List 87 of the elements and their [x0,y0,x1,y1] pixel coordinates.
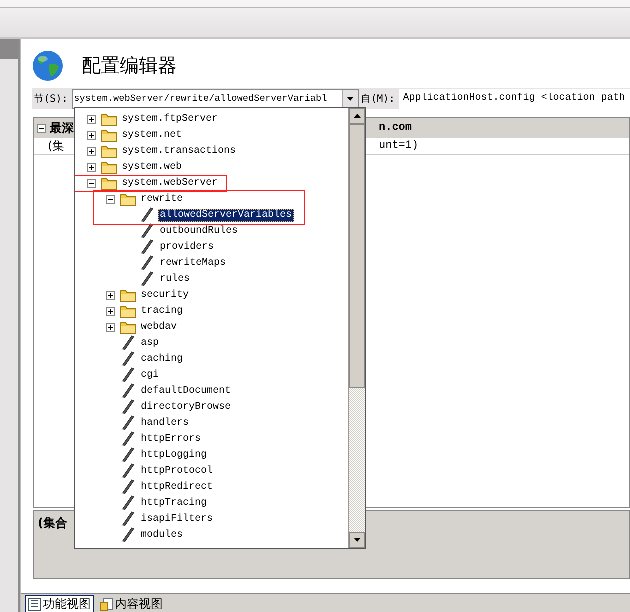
grid-cell: (集 [48,138,65,155]
from-field[interactable]: ApplicationHost.config <location path [399,88,630,109]
pencil-icon [120,463,136,479]
tree-item[interactable]: httpRedirect [139,480,216,494]
folder-icon [120,304,136,318]
tree-item[interactable]: system.web [120,160,184,174]
collapse-icon[interactable] [37,124,46,133]
tree-item[interactable]: outboundRules [158,224,240,238]
tree-item[interactable]: providers [158,240,216,254]
pencil-icon [120,431,136,447]
folder-icon [101,112,117,126]
pencil-icon [120,415,136,431]
grid-header-text: 最深 [50,120,74,137]
up-arrow-icon [354,114,360,118]
expand-icon[interactable] [87,146,96,156]
tree-item[interactable]: httpProtocol [139,464,216,478]
tree-item[interactable]: rewrite [139,192,186,206]
expand-icon[interactable] [106,322,115,332]
tree-item[interactable]: cgi [139,368,162,382]
collapse-icon[interactable] [87,178,96,188]
tree-item[interactable]: httpTracing [139,496,210,510]
tree-item[interactable]: system.ftpServer [120,112,220,126]
tree-item[interactable]: isapiFilters [139,512,216,526]
collapse-icon[interactable] [106,194,115,204]
pencil-icon [120,335,136,351]
tree-item[interactable]: system.net [120,128,184,142]
expand-icon[interactable] [87,114,96,124]
tree-item[interactable]: modules [139,528,186,542]
tree-item[interactable]: httpErrors [139,432,204,446]
pencil-icon [139,271,155,287]
pencil-icon [139,207,155,223]
tree-item[interactable]: httpLogging [139,448,210,462]
pencil-icon [120,383,136,399]
tree-item[interactable]: directoryBrowse [139,400,234,414]
folder-icon [101,160,117,174]
down-arrow-icon [354,538,360,542]
from-label: 自(M): [360,92,396,106]
pencil-icon [120,495,136,511]
folder-icon [120,320,136,334]
pencil-icon [120,511,136,527]
tree-item[interactable]: rewriteMaps [158,256,228,270]
details-text: (集合 [38,516,68,530]
folder-icon [101,128,117,142]
tree-item[interactable]: system.transactions [120,144,238,158]
pencil-icon [120,367,136,383]
caret-icon [347,96,354,101]
pencil-icon [120,447,136,463]
scroll-thumb[interactable] [349,124,365,388]
pencil-icon [120,351,136,367]
scroll-up-button[interactable] [349,108,365,124]
folder-icon [101,176,117,190]
dropdown-button[interactable] [342,90,358,108]
view-tab[interactable]: 内容视图 [97,595,166,612]
tree-item[interactable]: defaultDocument [139,384,234,398]
tree-item[interactable]: security [139,288,192,302]
document-icon [100,598,113,610]
globe-icon [32,50,64,82]
expand-icon[interactable] [106,290,115,300]
pencil-icon [139,255,155,271]
tree-item[interactable]: handlers [139,416,192,430]
folder-icon [101,144,117,158]
tree-item[interactable]: tracing [139,304,186,318]
pencil-icon [120,527,136,543]
section-label: 节(S): [33,92,70,106]
folder-icon [120,192,136,206]
pencil-icon [120,479,136,495]
scroll-down-button[interactable] [349,532,365,548]
section-combobox[interactable]: system.webServer/rewrite/allowedServerVariabl [72,88,360,109]
grid-cell-text: unt=1) [379,140,420,152]
tree-item[interactable]: system.webServer [120,176,220,190]
page-title: 配置编辑器 [82,54,177,80]
expand-icon[interactable] [87,130,96,140]
folder-icon [120,288,136,302]
grid-header-text: n.com [379,122,414,134]
expand-icon[interactable] [87,162,96,172]
tree-item[interactable]: asp [139,336,162,350]
tree-item[interactable]: rules [158,272,192,286]
pencil-icon [139,239,155,255]
pencil-icon [139,223,155,239]
tree-item[interactable]: allowedServerVariables [158,208,294,222]
scrollbar[interactable] [348,108,365,548]
list-icon [28,598,41,610]
expand-icon[interactable] [106,306,115,316]
tree-item[interactable]: caching [139,352,186,366]
view-tab[interactable]: 功能视图 [25,595,94,612]
pencil-icon [120,399,136,415]
tree-item[interactable]: webdav [139,320,180,334]
